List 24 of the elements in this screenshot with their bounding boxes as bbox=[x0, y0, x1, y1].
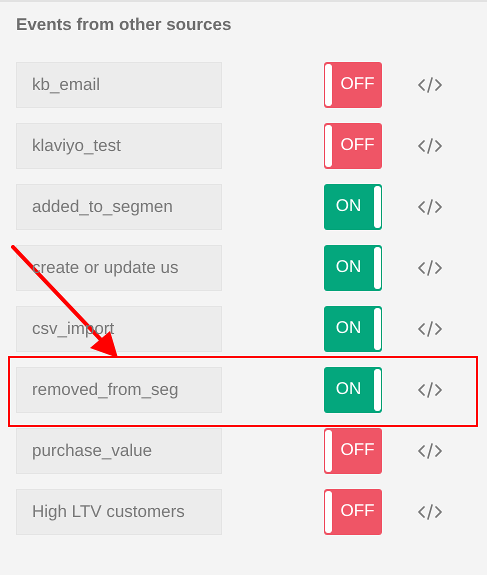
section-title: Events from other sources bbox=[16, 14, 232, 36]
toggle-switch[interactable]: OFF bbox=[324, 62, 382, 108]
event-name-field[interactable]: added_to_segmen bbox=[16, 184, 222, 230]
toggle-switch[interactable]: OFF bbox=[324, 123, 382, 169]
code-icon[interactable] bbox=[418, 381, 442, 399]
event-name-field[interactable]: purchase_value bbox=[16, 428, 222, 474]
toggle-switch[interactable]: ON bbox=[324, 245, 382, 291]
code-icon[interactable] bbox=[418, 198, 442, 216]
code-icon[interactable] bbox=[418, 442, 442, 460]
toggle-switch[interactable]: ON bbox=[324, 367, 382, 413]
toggle-switch[interactable]: OFF bbox=[324, 428, 382, 474]
event-name-field[interactable]: High LTV customers bbox=[16, 489, 222, 535]
code-icon[interactable] bbox=[418, 259, 442, 277]
event-name-field[interactable]: kb_email bbox=[16, 62, 222, 108]
code-icon[interactable] bbox=[418, 137, 442, 155]
toggle-switch[interactable]: OFF bbox=[324, 489, 382, 535]
event-name-field[interactable]: klaviyo_test bbox=[16, 123, 222, 169]
toggle-switch[interactable]: ON bbox=[324, 184, 382, 230]
code-icon[interactable] bbox=[418, 76, 442, 94]
code-icon[interactable] bbox=[418, 503, 442, 521]
toggle-switch[interactable]: ON bbox=[324, 306, 382, 352]
event-name-field[interactable]: create or update us bbox=[16, 245, 222, 291]
event-name-field[interactable]: removed_from_seg bbox=[16, 367, 222, 413]
code-icon[interactable] bbox=[418, 320, 442, 338]
